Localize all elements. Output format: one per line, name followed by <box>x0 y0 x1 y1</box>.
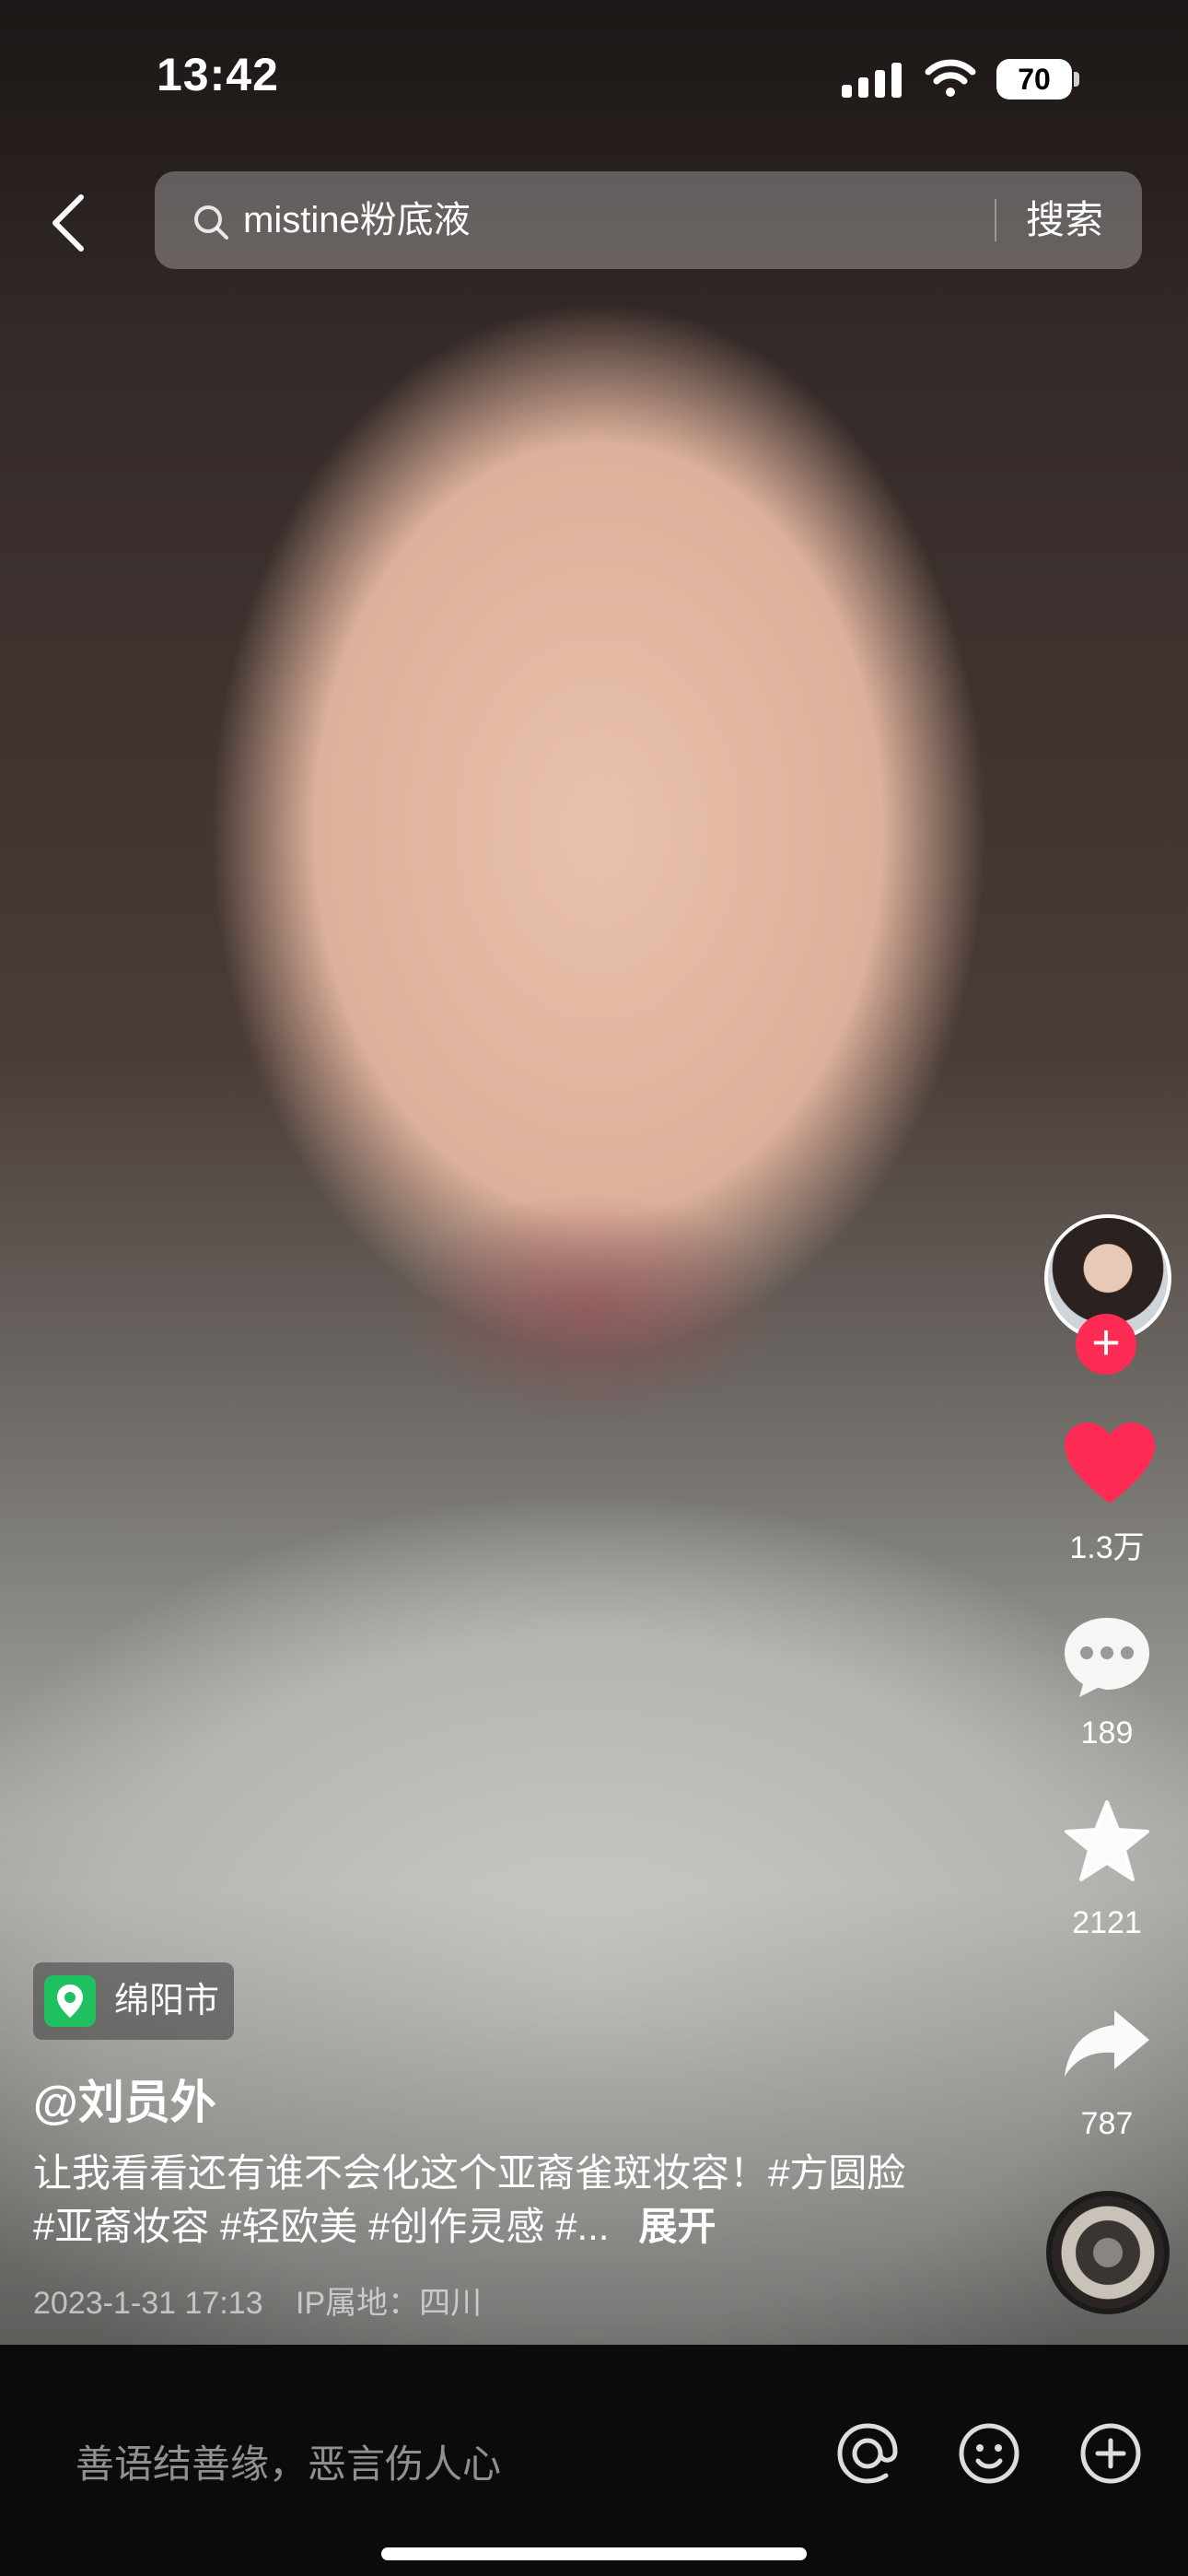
screen: 13:42 70 mistine粉底液 搜索 + 1.3万 189 2121 7… <box>0 0 1188 2576</box>
music-disc-icon[interactable] <box>1046 2191 1170 2314</box>
at-icon[interactable] <box>834 2420 901 2487</box>
post-meta: 2023-1-31 17:13 IP属地：四川 <box>33 2277 506 2323</box>
comment-icon[interactable] <box>1061 1612 1153 1699</box>
like-count: 1.3万 <box>1069 1530 1145 1565</box>
ip-location: IP属地：四川 <box>296 2286 483 2321</box>
star-icon[interactable] <box>1063 1798 1151 1883</box>
share-count: 787 <box>1080 2106 1134 2141</box>
back-icon[interactable] <box>41 190 99 256</box>
emoji-icon[interactable] <box>956 2420 1022 2487</box>
cellular-signal-icon <box>842 61 902 98</box>
expand-button[interactable]: 展开 <box>638 2205 716 2248</box>
search-button[interactable]: 搜索 <box>1026 192 1103 249</box>
comment-input[interactable]: 善语结善缘，恶言伤人心 <box>76 2433 501 2489</box>
follow-button[interactable]: + <box>1076 1314 1136 1375</box>
location-label: 绵阳市 <box>114 1982 220 2020</box>
comment-count: 189 <box>1080 1715 1134 1751</box>
search-divider <box>995 199 996 241</box>
comment-bar: 善语结善缘，恶言伤人心 <box>0 2345 1188 2576</box>
search-input[interactable]: mistine粉底液 <box>243 192 471 249</box>
status-bar: 13:42 70 <box>0 0 1188 157</box>
status-time: 13:42 <box>157 49 279 100</box>
caption-text: 让我看看还有谁不会化这个亚裔雀斑妆容！#方圆脸 #亚裔妆容 #轻欧美 #创作灵感… <box>33 2151 906 2248</box>
plus-icon[interactable] <box>1077 2420 1144 2487</box>
post-date: 2023-1-31 17:13 <box>33 2286 263 2321</box>
heart-icon[interactable] <box>1061 1419 1159 1507</box>
share-icon[interactable] <box>1061 2007 1153 2080</box>
location-pin-icon <box>44 1975 96 2027</box>
wifi-icon <box>925 59 976 97</box>
author-name[interactable]: @刘员外 <box>33 2066 216 2132</box>
post-caption: 让我看看还有谁不会化这个亚裔雀斑妆容！#方圆脸 #亚裔妆容 #轻欧美 #创作灵感… <box>33 2147 917 2254</box>
battery-icon: 70 <box>996 59 1081 100</box>
search-bar[interactable]: mistine粉底液 搜索 <box>155 171 1142 269</box>
battery-level: 70 <box>996 59 1072 100</box>
home-indicator[interactable] <box>381 2547 807 2560</box>
favorite-count: 2121 <box>1072 1905 1142 1940</box>
search-icon <box>194 205 228 240</box>
location-tag[interactable]: 绵阳市 <box>33 1962 234 2040</box>
